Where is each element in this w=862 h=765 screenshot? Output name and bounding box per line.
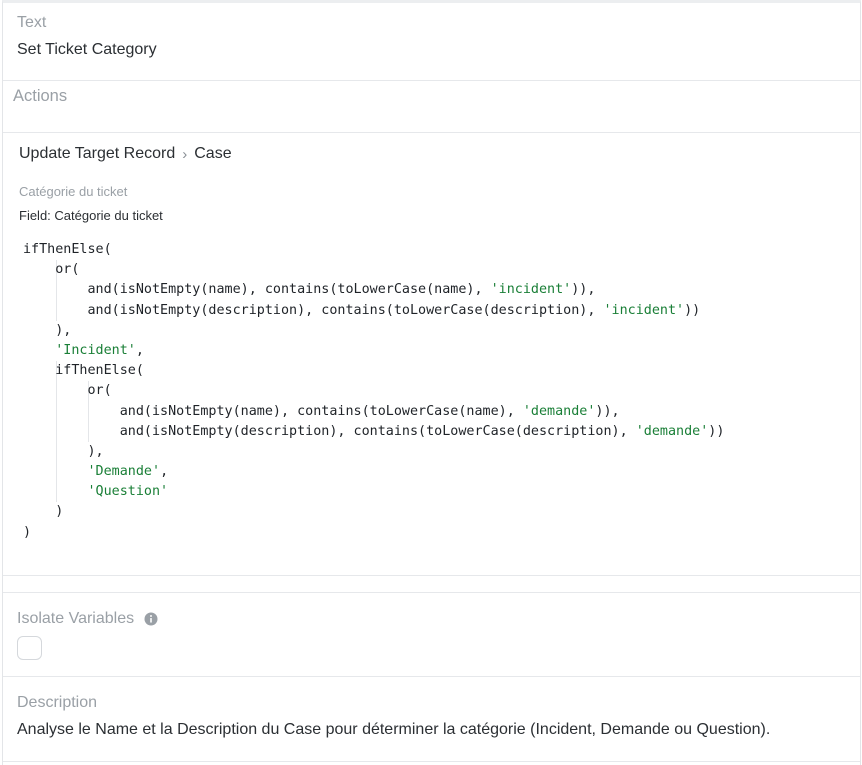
code-string-literal: 'demande': [635, 423, 709, 439]
isolate-variables-checkbox[interactable]: [17, 636, 42, 660]
code-token: and(isNotEmpty(description), contains(to…: [23, 423, 636, 439]
code-token: ): [23, 504, 64, 520]
code-token: and(isNotEmpty(name), contains(toLowerCa…: [23, 282, 491, 298]
code-string-literal: 'incident': [490, 282, 572, 298]
code-line: ),: [23, 321, 724, 341]
formula-code-block[interactable]: ifThenElse( or( and(isNotEmpty(name), co…: [23, 240, 724, 543]
action-breadcrumb: Update Target Record › Case: [19, 145, 232, 163]
breadcrumb-separator-icon: ›: [182, 145, 188, 163]
code-token: ,: [135, 342, 144, 358]
code-line: and(isNotEmpty(description), contains(to…: [23, 422, 725, 442]
text-field-label: Text: [17, 14, 47, 31]
breadcrumb-action-type[interactable]: Update Target Record: [19, 145, 175, 163]
info-icon[interactable]: [144, 612, 158, 626]
code-line: and(isNotEmpty(name), contains(toLowerCa…: [23, 280, 724, 300]
code-token: or(: [23, 262, 80, 278]
record-detail-panel: Text Set Ticket Category Actions Update …: [0, 0, 862, 765]
code-token: ,: [160, 464, 169, 480]
code-string-literal: 'demande': [522, 403, 596, 419]
code-line: or(: [23, 260, 724, 280]
divider: [3, 80, 860, 81]
code-token: ifThenElse(: [23, 242, 112, 257]
divider: [3, 676, 860, 677]
isolate-variables-label: Isolate Variables: [17, 610, 135, 627]
code-token: ),: [23, 443, 104, 459]
divider: [3, 132, 860, 133]
code-token: )),: [571, 282, 596, 298]
code-line: ifThenElse(: [23, 361, 724, 381]
code-line: 'Incident',: [23, 341, 724, 361]
divider: [3, 592, 860, 593]
code-token: or(: [23, 383, 112, 399]
code-line: 'Question': [23, 482, 724, 502]
actions-heading: Actions: [13, 87, 68, 105]
code-line: and(isNotEmpty(name), contains(toLowerCa…: [23, 402, 724, 422]
code-line: ): [23, 502, 724, 522]
code-string-literal: 'Demande': [23, 464, 161, 480]
code-token: )),: [595, 403, 620, 419]
code-string-literal: 'Question': [23, 484, 169, 500]
code-line: ): [23, 523, 724, 543]
code-token: and(isNotEmpty(description), contains(to…: [23, 302, 604, 318]
breadcrumb-target-object[interactable]: Case: [194, 145, 231, 163]
code-token: ): [23, 524, 32, 540]
field-title: Catégorie du ticket: [19, 184, 128, 199]
divider: [3, 761, 860, 762]
divider: [3, 575, 860, 576]
code-token: )): [684, 302, 701, 318]
description-label: Description: [17, 694, 98, 711]
code-line: ),: [23, 442, 724, 462]
code-token: and(isNotEmpty(name), contains(toLowerCa…: [23, 403, 523, 419]
code-token: ),: [23, 322, 72, 338]
code-line: and(isNotEmpty(description), contains(to…: [23, 301, 724, 321]
code-string-literal: 'incident': [603, 302, 685, 318]
code-line: 'Demande',: [23, 462, 724, 482]
code-token: )): [708, 423, 725, 439]
code-line: or(: [23, 381, 724, 401]
code-line: ifThenElse(: [23, 240, 724, 260]
code-token: ifThenElse(: [23, 363, 144, 379]
field-name: Field: Catégorie du ticket: [19, 208, 163, 223]
description-value[interactable]: Analyse le Name et la Description du Cas…: [17, 721, 770, 739]
text-field-value[interactable]: Set Ticket Category: [17, 41, 157, 59]
code-string-literal: 'Incident': [23, 342, 136, 358]
